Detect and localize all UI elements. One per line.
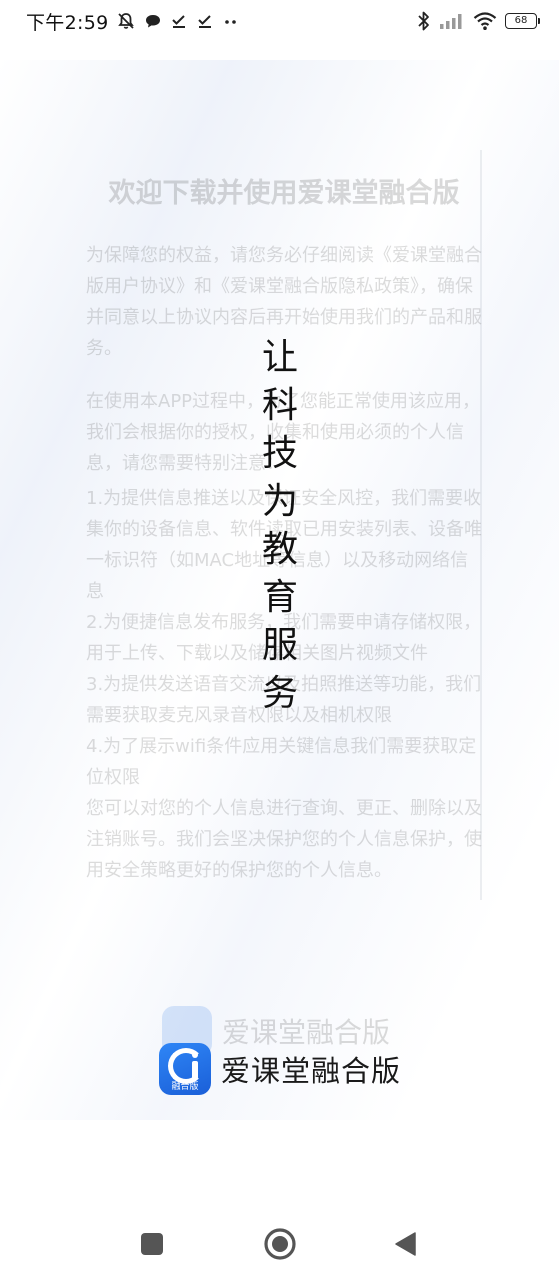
background-doc-title: 欢迎下载并使用爱课堂融合版: [108, 178, 460, 209]
logo-bar: [192, 1061, 198, 1079]
slogan-char: 为: [261, 481, 298, 522]
wifi-icon: [473, 11, 497, 31]
muted-bell-icon: [116, 11, 136, 31]
navigation-bar: [0, 1210, 559, 1280]
status-bar-left: 下午2:59: [26, 8, 240, 35]
recents-button[interactable]: [130, 1222, 174, 1266]
slogan-char: 育: [261, 577, 298, 618]
logo-dot: [192, 1052, 198, 1058]
back-triangle-icon: [395, 1232, 416, 1256]
app-name: 爱课堂融合版: [221, 1054, 402, 1088]
slogan-char: 让: [261, 337, 298, 378]
status-bar-right: 68: [417, 10, 540, 32]
more-dots-icon: [222, 12, 240, 30]
battery-icon: 68: [505, 13, 540, 29]
slogan: 让 科 技 为 教 育 服 务: [252, 334, 308, 718]
check-icon: [196, 12, 214, 30]
status-bar: 下午2:59 68: [0, 0, 559, 42]
home-button[interactable]: [258, 1222, 302, 1266]
background-doc-item: 您可以对您的个人信息进行查询、更正、删除以及注销账号。我们会坚决保护您的个人信息…: [86, 798, 482, 881]
back-button[interactable]: [384, 1222, 428, 1266]
check-icon: [170, 12, 188, 30]
home-circle-icon: [264, 1228, 296, 1260]
slogan-char: 教: [261, 529, 298, 570]
slogan-char: 技: [261, 433, 298, 474]
splash-screen: 下午2:59 68 欢迎下载并使用爱课堂融合版 为保障您的权益，请您务必仔细阅读…: [0, 0, 559, 1280]
recents-square-icon: [141, 1233, 163, 1255]
slogan-char: 服: [261, 625, 298, 666]
status-time: 下午2:59: [26, 11, 109, 34]
app-logo-icon: 融合版: [159, 1043, 211, 1095]
chat-bubble-icon: [144, 12, 162, 30]
slogan-char: 务: [261, 673, 298, 714]
background-doc-item: 4.为了展示wifi条件应用关键信息我们需要获取定位权限: [86, 736, 477, 788]
slogan-char: 科: [261, 385, 298, 426]
logo-ring: [168, 1048, 204, 1084]
battery-level: 68: [514, 15, 528, 26]
bluetooth-icon: [417, 10, 431, 32]
brand-footer: 融合版 爱课堂融合版: [159, 1043, 401, 1095]
signal-icon: [439, 12, 465, 30]
logo-label: 融合版: [171, 1082, 199, 1092]
